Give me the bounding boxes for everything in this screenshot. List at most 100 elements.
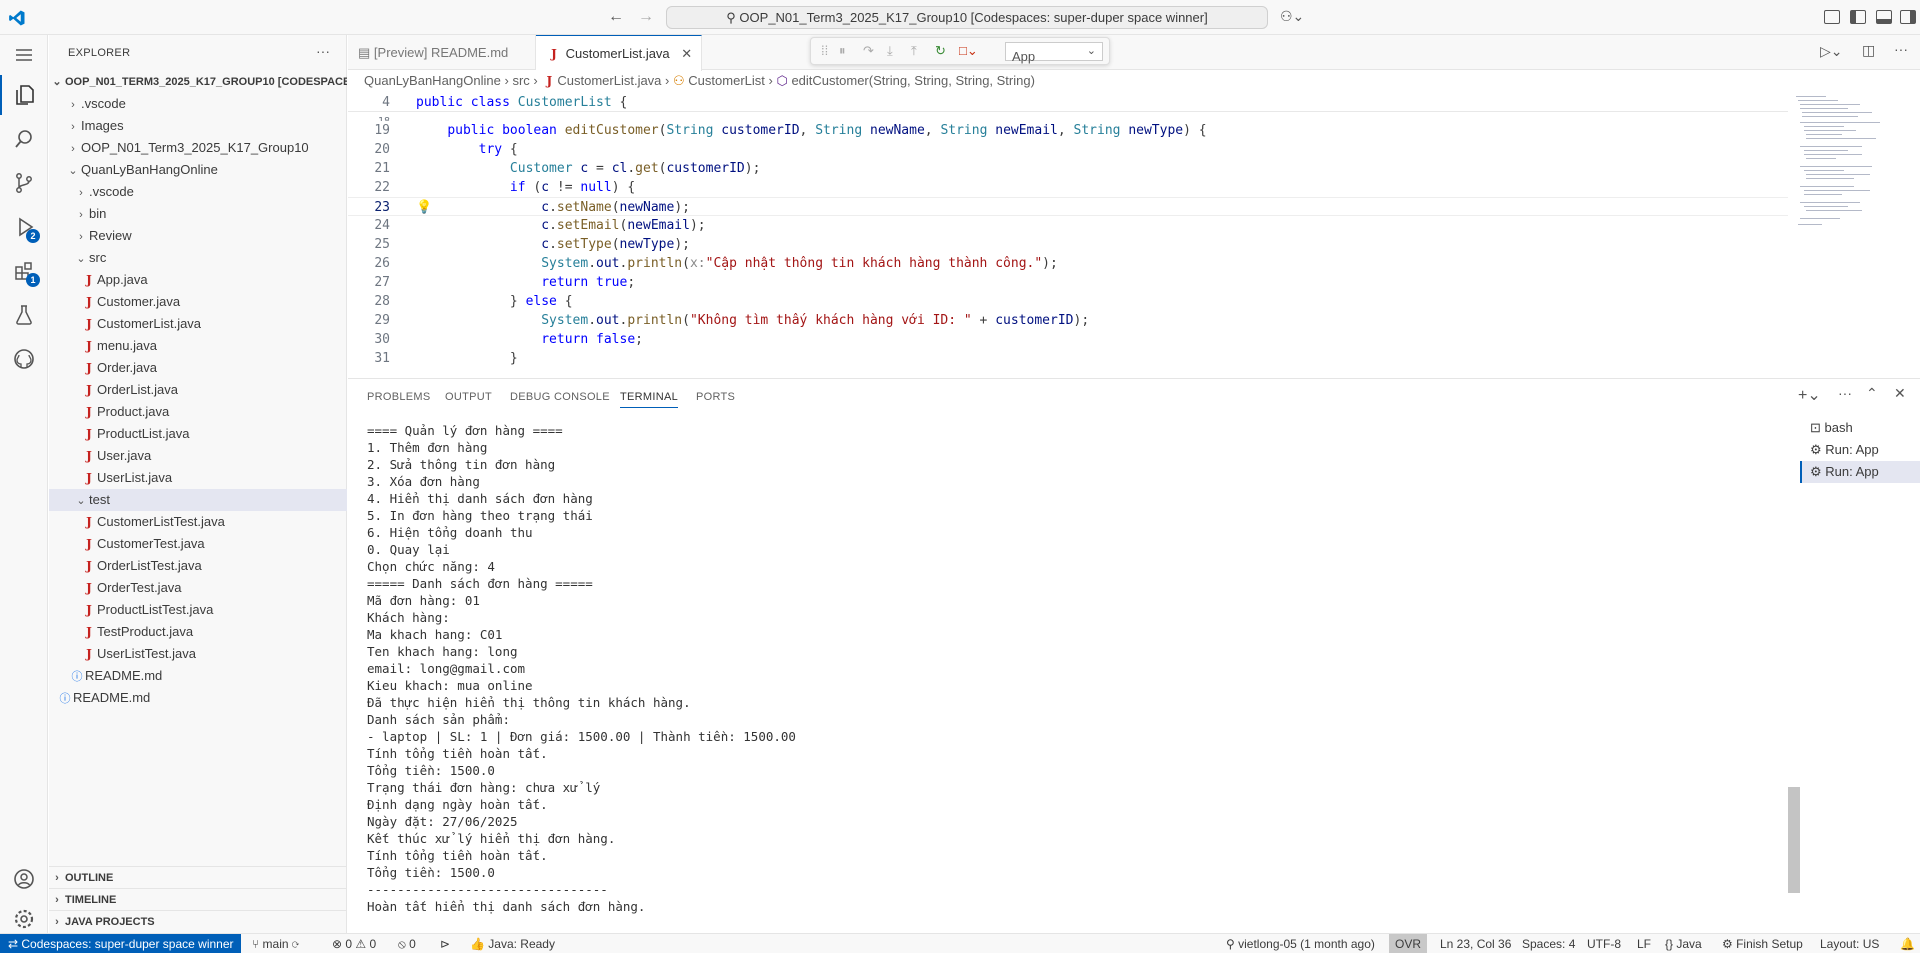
code-line[interactable]: 27 return true; [348, 273, 1788, 292]
step-out-icon[interactable]: ⤒ [911, 43, 917, 59]
drag-handle-icon[interactable]: ⁞⁞ [821, 43, 828, 58]
notifications-icon[interactable]: 🔔 [1900, 934, 1915, 953]
finish-setup[interactable]: ⚙ Finish Setup [1722, 934, 1803, 953]
code-line[interactable]: 25 c.setType(newType); [348, 235, 1788, 254]
tree-item-product-java[interactable]: J Product.java [49, 401, 347, 423]
code-editor[interactable]: 4 public class CustomerList { 18 19 publi… [348, 92, 1920, 377]
breadcrumb-item[interactable]: QuanLyBanHangOnline [364, 73, 501, 88]
tree-item-customerlisttest-java[interactable]: J CustomerListTest.java [49, 511, 347, 533]
code-line[interactable]: 21 Customer c = cl.get(customerID); [348, 159, 1788, 178]
code-line[interactable]: 18 [348, 111, 1788, 121]
forward-arrow-icon[interactable]: → [638, 8, 654, 26]
tree-item-order-java[interactable]: J Order.java [49, 357, 347, 379]
github-icon[interactable] [0, 339, 48, 379]
code-line-current[interactable]: 23 💡 c.setName(newName); [348, 197, 1788, 216]
restart-icon[interactable]: ↻ [935, 43, 946, 59]
end-of-line[interactable]: LF [1637, 934, 1651, 953]
tree-item-project-folder[interactable]: › OOP_N01_Term3_2025_K17_Group10 [49, 137, 347, 159]
more-actions-icon[interactable]: ··· [316, 43, 330, 59]
breadcrumb-item[interactable]: src [512, 73, 529, 88]
debug-config-select[interactable]: App ⌄ [1005, 42, 1103, 64]
accounts-icon[interactable] [0, 859, 48, 899]
tree-item-readme-root[interactable]: ⓘ README.md [49, 687, 347, 709]
tree-item-productlisttest-java[interactable]: J ProductListTest.java [49, 599, 347, 621]
tree-item-customer-java[interactable]: J Customer.java [49, 291, 347, 313]
tree-item-productlist-java[interactable]: J ProductList.java [49, 423, 347, 445]
explorer-root-folder[interactable]: ⌄ OOP_N01_TERM3_2025_K17_GROUP10 [CODESPA… [49, 71, 347, 93]
java-projects-section[interactable]: › JAVA PROJECTS [49, 910, 347, 932]
toggle-secondary-sidebar-icon[interactable] [1900, 10, 1916, 24]
tree-item-userlist-java[interactable]: J UserList.java [49, 467, 347, 489]
terminal-item-run-app-active[interactable]: ⚙ Run: App [1800, 461, 1920, 483]
command-center-search[interactable]: ⚲ OOP_N01_Term3_2025_K17_Group10 [Codesp… [666, 6, 1268, 29]
stop-icon[interactable]: □⌄ [959, 43, 978, 59]
breadcrumb-item[interactable]: CustomerList [688, 73, 765, 88]
split-editor-icon[interactable]: ◫ [1862, 42, 1875, 59]
tab-problems[interactable]: PROBLEMS [367, 391, 431, 403]
terminal-scrollbar[interactable] [1788, 787, 1800, 893]
tree-item-review[interactable]: › Review [49, 225, 347, 247]
tree-item-menu-java[interactable]: Jmenu.java [49, 335, 347, 357]
tab-ports[interactable]: PORTS [696, 391, 735, 403]
code-line[interactable]: 22 if (c != null) { [348, 178, 1788, 197]
timeline-section[interactable]: › TIMELINE [49, 888, 347, 910]
tree-item-bin[interactable]: › bin [49, 203, 347, 225]
problems-indicator[interactable]: ⊗ 0 ⚠ 0 [332, 934, 376, 953]
code-line[interactable]: 28 } else { [348, 292, 1788, 311]
toggle-primary-sidebar-icon[interactable] [1850, 10, 1866, 24]
tree-item-readme-sub[interactable]: ⓘ README.md [49, 665, 347, 687]
terminal-item-bash[interactable]: ⊡ bash [1800, 417, 1920, 439]
cursor-position[interactable]: Ln 23, Col 36 [1440, 934, 1511, 953]
breadcrumb-item[interactable]: CustomerList.java [557, 73, 661, 88]
debug-status-icon[interactable]: ⊳ [440, 934, 450, 953]
more-actions-icon[interactable]: ··· [1838, 385, 1852, 401]
overtype-indicator[interactable]: OVR [1389, 934, 1428, 953]
search-icon[interactable] [0, 119, 48, 159]
extensions-icon[interactable]: 1 [0, 251, 48, 291]
tab-terminal[interactable]: TERMINAL [620, 391, 679, 408]
tree-item-user-java[interactable]: J User.java [49, 445, 347, 467]
branch-indicator[interactable]: ⑂ main ⟳ [252, 934, 299, 953]
code-line[interactable]: 29 System.out.println("Không tìm thấy kh… [348, 311, 1788, 330]
encoding[interactable]: UTF-8 [1587, 934, 1621, 953]
code-line[interactable]: 24 c.setEmail(newEmail); [348, 216, 1788, 235]
tree-item-app-java[interactable]: J App.java [49, 269, 347, 291]
code-line[interactable]: 30 return false; [348, 330, 1788, 349]
copilot-icon[interactable]: ⚇⌄ [1280, 8, 1304, 25]
close-icon[interactable]: ✕ [681, 46, 692, 61]
maximize-panel-icon[interactable]: ⌃ [1866, 385, 1878, 402]
breadcrumb-item[interactable]: editCustomer(String, String, String, Str… [791, 73, 1034, 88]
source-control-icon[interactable] [0, 163, 48, 203]
close-panel-icon[interactable]: ✕ [1894, 385, 1906, 402]
java-status[interactable]: 👍 Java: Ready [470, 934, 555, 953]
step-over-icon[interactable]: ↷ [863, 43, 874, 59]
terminal-output[interactable]: ==== Quản lý đơn hàng ==== 1. Thêm đơn hà… [367, 422, 1787, 915]
tree-item-customertest-java[interactable]: J CustomerTest.java [49, 533, 347, 555]
tree-item-userlisttest-java[interactable]: J UserListTest.java [49, 643, 347, 665]
back-arrow-icon[interactable]: ← [608, 8, 624, 26]
tree-item-orderlist-java[interactable]: J OrderList.java [49, 379, 347, 401]
tree-item-images[interactable]: › Images [49, 115, 347, 137]
tab-customerlist-java[interactable]: J CustomerList.java ✕ [536, 35, 702, 71]
explorer-icon[interactable] [0, 75, 48, 115]
toggle-panel-icon[interactable] [1876, 10, 1892, 24]
minimap[interactable] [1790, 92, 1920, 377]
tree-item-test[interactable]: ⌄ test [49, 489, 347, 511]
code-line[interactable]: 31 } [348, 349, 1788, 368]
step-into-icon[interactable]: ⤓ [887, 43, 893, 59]
code-line[interactable]: 26 System.out.println(x:"Cập nhật thông … [348, 254, 1788, 273]
tree-item-customerlist-java[interactable]: J CustomerList.java [49, 313, 347, 335]
new-terminal-icon[interactable]: +⌄ [1798, 385, 1821, 405]
testing-icon[interactable] [0, 295, 48, 335]
code-line[interactable]: 20 try { [348, 140, 1788, 159]
tree-item-vscode[interactable]: › .vscode [49, 93, 347, 115]
menu-icon[interactable] [0, 35, 48, 75]
code-line[interactable]: 19 public boolean editCustomer(String cu… [348, 121, 1788, 140]
tab-debug-console[interactable]: DEBUG CONSOLE [510, 391, 610, 403]
tree-item-vscode-sub[interactable]: › .vscode [49, 181, 347, 203]
tree-item-src[interactable]: ⌄ src [49, 247, 347, 269]
tree-item-testproduct-java[interactable]: J TestProduct.java [49, 621, 347, 643]
run-icon[interactable]: ▷⌄ [1820, 43, 1843, 60]
pause-icon[interactable]: ⏸ [839, 43, 846, 59]
more-actions-icon[interactable]: ··· [1894, 41, 1908, 57]
